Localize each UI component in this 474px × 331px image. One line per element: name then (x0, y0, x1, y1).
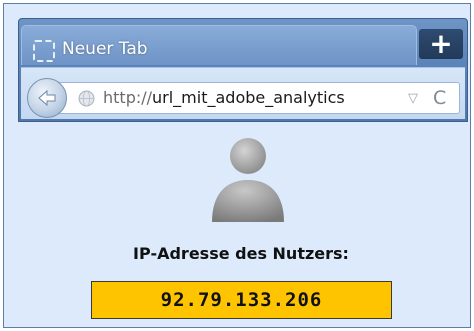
back-arrow-icon (38, 89, 56, 107)
tab-neuer-tab[interactable]: Neuer Tab (21, 25, 417, 65)
reload-icon[interactable]: C (433, 87, 446, 109)
new-tab-button[interactable]: + (419, 29, 463, 59)
browser-window: Neuer Tab + http://url_mit_adobe_analyti… (3, 3, 471, 328)
url-prefix: http:// (103, 88, 153, 107)
globe-icon (78, 90, 95, 107)
url-host: url_mit_adobe_analytics (152, 88, 345, 107)
url-text[interactable]: http://url_mit_adobe_analytics (103, 88, 345, 107)
navigation-bar: http://url_mit_adobe_analytics ▽ C (21, 67, 465, 119)
back-button[interactable] (27, 78, 67, 118)
blank-page-icon (33, 40, 55, 62)
ip-address-value: 92.79.133.206 (91, 281, 392, 319)
ip-address-label: IP-Adresse des Nutzers: (133, 244, 349, 263)
triangle-down-icon[interactable]: ▽ (408, 91, 418, 106)
user-avatar-icon (212, 138, 284, 222)
browser-chrome: Neuer Tab + http://url_mit_adobe_analyti… (18, 18, 468, 122)
tab-label: Neuer Tab (62, 39, 148, 59)
address-bar[interactable]: http://url_mit_adobe_analytics ▽ C (57, 82, 460, 114)
plus-icon: + (429, 27, 453, 60)
